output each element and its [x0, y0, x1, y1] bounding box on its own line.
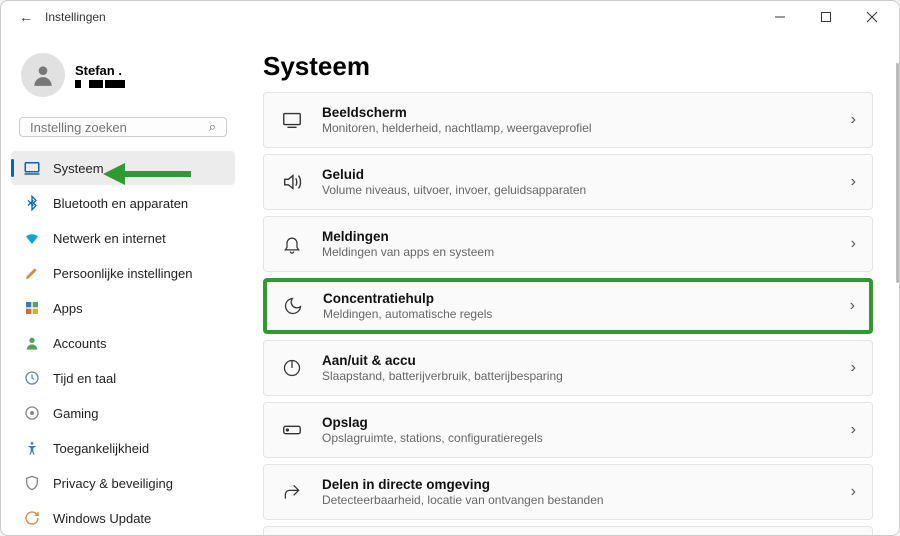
card-title: Geluid [322, 167, 833, 182]
card-multitasking[interactable]: Multitasking Vensters vastmaken, bureaub… [263, 526, 873, 535]
card-beeldscherm[interactable]: Beeldscherm Monitoren, helderheid, nacht… [263, 92, 873, 148]
back-icon[interactable]: ← [19, 9, 33, 25]
person-icon [23, 334, 41, 352]
sidebar-item-privacy[interactable]: Privacy & beveiliging [11, 466, 235, 500]
sidebar-item-systeem[interactable]: Systeem [11, 151, 235, 185]
nav-label: Systeem [53, 161, 104, 176]
window-title: Instellingen [45, 10, 106, 24]
storage-icon [280, 419, 304, 441]
profile-sub-redacted [75, 80, 125, 88]
bluetooth-icon [23, 194, 41, 212]
search-icon: ⌕ [209, 119, 216, 135]
card-title: Delen in directe omgeving [322, 477, 833, 492]
search-box[interactable]: ⌕ [19, 117, 227, 137]
sidebar-item-netwerk[interactable]: Netwerk en internet [11, 221, 235, 255]
settings-window: ← Instellingen Stefan . ⌕ [0, 0, 900, 536]
sidebar-item-apps[interactable]: Apps [11, 291, 235, 325]
main-content: Systeem Beeldscherm Monitoren, helderhei… [241, 33, 899, 535]
card-subtitle: Opslagruimte, stations, configuratierege… [322, 431, 833, 445]
search-input[interactable] [30, 120, 209, 135]
sidebar: Stefan . ⌕ Systeem Bluetooth en apparate… [1, 33, 241, 535]
sidebar-item-toegankelijkheid[interactable]: Toegankelijkheid [11, 431, 235, 465]
card-opslag[interactable]: Opslag Opslagruimte, stations, configura… [263, 402, 873, 458]
sidebar-item-tijd[interactable]: Tijd en taal [11, 361, 235, 395]
profile[interactable]: Stefan . [11, 51, 235, 103]
clock-icon [23, 369, 41, 387]
card-concentratiehulp[interactable]: Concentratiehulp Meldingen, automatische… [263, 278, 873, 334]
card-subtitle: Meldingen, automatische regels [323, 307, 832, 321]
sidebar-item-update[interactable]: Windows Update [11, 501, 235, 535]
card-delen[interactable]: Delen in directe omgeving Detecteerbaarh… [263, 464, 873, 520]
card-title: Meldingen [322, 229, 833, 244]
titlebar: ← Instellingen [1, 1, 899, 33]
sidebar-item-gaming[interactable]: Gaming [11, 396, 235, 430]
share-icon [280, 482, 304, 502]
gaming-icon [23, 404, 41, 422]
profile-name: Stefan . [75, 63, 125, 78]
page-title: Systeem [263, 51, 873, 82]
chevron-right-icon: › [851, 421, 856, 439]
card-geluid[interactable]: Geluid Volume niveaus, uitvoer, invoer, … [263, 154, 873, 210]
nav-list: Systeem Bluetooth en apparaten Netwerk e… [11, 151, 235, 535]
card-title: Opslag [322, 415, 833, 430]
sound-icon [280, 171, 304, 193]
card-title: Concentratiehulp [323, 291, 832, 306]
nav-label: Bluetooth en apparaten [53, 196, 188, 211]
card-subtitle: Monitoren, helderheid, nachtlamp, weerga… [322, 121, 833, 135]
scrollbar-thumb[interactable] [896, 63, 899, 283]
nav-label: Tijd en taal [53, 371, 116, 386]
nav-label: Apps [53, 301, 83, 316]
maximize-button[interactable] [803, 1, 849, 33]
avatar [21, 53, 65, 97]
sidebar-item-personalisatie[interactable]: Persoonlijke instellingen [11, 256, 235, 290]
nav-label: Privacy & beveiliging [53, 476, 173, 491]
card-meldingen[interactable]: Meldingen Meldingen van apps en systeem … [263, 216, 873, 272]
chevron-right-icon: › [850, 297, 855, 315]
chevron-right-icon: › [851, 483, 856, 501]
sidebar-item-bluetooth[interactable]: Bluetooth en apparaten [11, 186, 235, 220]
nav-label: Accounts [53, 336, 106, 351]
card-subtitle: Detecteerbaarheid, locatie van ontvangen… [322, 493, 833, 507]
card-subtitle: Volume niveaus, uitvoer, invoer, geluids… [322, 183, 833, 197]
close-button[interactable] [849, 1, 895, 33]
card-aanuit[interactable]: Aan/uit & accu Slaapstand, batterijverbr… [263, 340, 873, 396]
apps-icon [23, 299, 41, 317]
nav-label: Windows Update [53, 511, 151, 526]
sidebar-item-accounts[interactable]: Accounts [11, 326, 235, 360]
chevron-right-icon: › [851, 359, 856, 377]
moon-icon [281, 296, 305, 316]
card-title: Aan/uit & accu [322, 353, 833, 368]
accessibility-icon [23, 439, 41, 457]
card-subtitle: Meldingen van apps en systeem [322, 245, 833, 259]
shield-icon [23, 474, 41, 492]
nav-label: Toegankelijkheid [53, 441, 149, 456]
bell-icon [280, 234, 304, 254]
chevron-right-icon: › [851, 235, 856, 253]
nav-label: Netwerk en internet [53, 231, 166, 246]
card-title: Beeldscherm [322, 105, 833, 120]
nav-label: Gaming [53, 406, 99, 421]
display-icon [280, 109, 304, 131]
card-subtitle: Slaapstand, batterijverbruik, batterijbe… [322, 369, 833, 383]
update-icon [23, 509, 41, 527]
power-icon [280, 358, 304, 378]
brush-icon [23, 264, 41, 282]
nav-label: Persoonlijke instellingen [53, 266, 192, 281]
chevron-right-icon: › [851, 111, 856, 129]
minimize-button[interactable] [757, 1, 803, 33]
wifi-icon [23, 229, 41, 247]
laptop-icon [23, 159, 41, 177]
chevron-right-icon: › [851, 173, 856, 191]
